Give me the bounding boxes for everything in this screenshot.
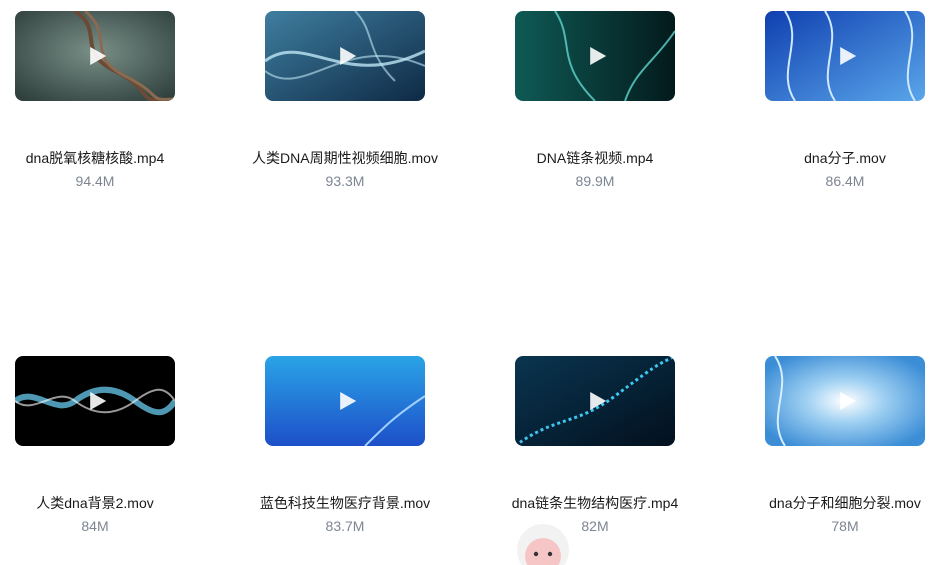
video-thumbnail[interactable] [265,11,425,101]
play-icon[interactable] [586,45,608,67]
video-filename[interactable]: 蓝色科技生物医疗背景.mov [250,492,440,514]
video-thumbnail[interactable] [15,356,175,446]
video-size: 86.4M [825,173,865,189]
video-size: 84M [81,518,109,534]
video-filename[interactable]: dna脱氧核糖核酸.mp4 [0,147,190,169]
video-thumbnail[interactable] [765,356,925,446]
video-thumbnail[interactable] [15,11,175,101]
video-card[interactable]: 人类dna背景2.mov 84M [0,356,190,536]
video-filename[interactable]: dna链条生物结构医疗.mp4 [500,492,690,514]
play-icon[interactable] [86,390,108,412]
video-size: 89.9M [575,173,615,189]
video-thumbnail[interactable] [515,356,675,446]
play-icon[interactable] [336,45,358,67]
video-card[interactable]: 人类DNA周期性视频细胞.mov 93.3M [250,11,440,191]
video-size: 78M [831,518,859,534]
sheep-mascot-icon[interactable] [498,520,588,565]
video-filename[interactable]: 人类dna背景2.mov [0,492,190,514]
play-icon[interactable] [86,45,108,67]
video-grid: dna脱氧核糖核酸.mp4 94.4M 人类DNA周期性视频细胞.mov 93.… [0,0,944,565]
video-card[interactable]: DNA链条视频.mp4 89.9M [500,11,690,191]
video-card[interactable]: dna脱氧核糖核酸.mp4 94.4M [0,11,190,191]
video-size: 83.7M [325,518,365,534]
play-icon[interactable] [836,45,858,67]
video-filename[interactable]: dna分子.mov [750,147,940,169]
play-icon[interactable] [586,390,608,412]
play-icon[interactable] [336,390,358,412]
video-thumbnail[interactable] [265,356,425,446]
video-thumbnail[interactable] [765,11,925,101]
video-filename[interactable]: DNA链条视频.mp4 [500,147,690,169]
video-card[interactable]: dna分子.mov 86.4M [750,11,940,191]
video-card[interactable]: 蓝色科技生物医疗背景.mov 83.7M [250,356,440,536]
video-size: 94.4M [75,173,115,189]
video-thumbnail[interactable] [515,11,675,101]
video-card[interactable]: dna分子和细胞分裂.mov 78M [750,356,940,536]
video-card[interactable]: dna链条生物结构医疗.mp4 82M [500,356,690,536]
video-filename[interactable]: 人类DNA周期性视频细胞.mov [250,147,440,169]
play-icon[interactable] [836,390,858,412]
video-size: 93.3M [325,173,365,189]
video-filename[interactable]: dna分子和细胞分裂.mov [750,492,940,514]
